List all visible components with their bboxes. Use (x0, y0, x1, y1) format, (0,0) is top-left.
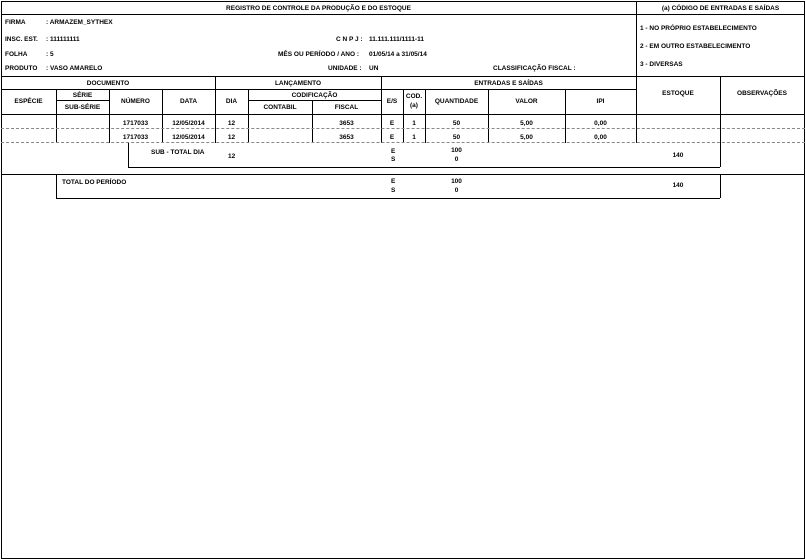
cod-header-line2: (a) (410, 102, 418, 109)
folha-label: FOLHA (5, 51, 28, 58)
cell-numero: 1717033 (122, 134, 149, 141)
folha-value: : 5 (46, 51, 54, 58)
header-title-divider (1, 14, 805, 15)
ipi-header: IPI (596, 98, 605, 105)
subtotal-left-line (128, 143, 129, 167)
codificacao-divider (248, 100, 381, 101)
entradas-saidas-header: ENTRADAS E SAÍDAS (474, 80, 543, 87)
insc-value: : 111111111 (46, 36, 80, 43)
cell-quantidade: 50 (452, 120, 461, 127)
subtotal-qtd-e: 100 (451, 147, 462, 154)
cell-ipi: 0,00 (594, 134, 607, 141)
code-item-1: 1 - NO PRÓPRIO ESTABELECIMENTO (640, 25, 757, 32)
total-label: TOTAL DO PERÍODO (62, 179, 127, 186)
cell-es: E (389, 120, 395, 127)
total-e: E (391, 178, 396, 185)
total-bottom-line (56, 198, 720, 199)
lancamento-header: LANÇAMENTO (274, 80, 322, 87)
cell-quantidade: 50 (452, 134, 461, 141)
codificacao-header: CODIFICAÇÃO (291, 92, 338, 99)
periodo-label: MÊS OU PERÍODO / ANO : (278, 51, 360, 58)
cell-data: 12/05/2014 (172, 134, 205, 141)
classificacao-label: CLASSIFICAÇÃO FISCAL : (493, 65, 576, 72)
cell-fiscal: 3653 (339, 134, 354, 141)
dia-header: DIA (225, 98, 238, 105)
col-line-ipi (636, 76, 637, 143)
numero-header: NÚMERO (121, 98, 150, 105)
firma-value: : ARMAZEM_SYTHEX (46, 19, 113, 26)
cell-valor: 5,00 (520, 120, 533, 127)
cnpj-label: C N P J : (336, 36, 363, 43)
documento-header: DOCUMENTO (86, 80, 130, 87)
total-left-line (56, 174, 57, 198)
total-right-line (720, 174, 721, 198)
data-header: DATA (179, 98, 198, 105)
cell-valor: 5,00 (520, 134, 533, 141)
estoque-header: ESTOQUE (662, 90, 694, 97)
cell-fiscal: 3653 (339, 120, 354, 127)
periodo-value: 01/05/14 a 31/05/14 (369, 51, 427, 58)
insc-label: INSC. EST. (5, 36, 38, 43)
cell-dia: 12 (227, 120, 236, 127)
contabil-header: CONTABIL (263, 104, 297, 111)
subserie-header: SUB-SÉRIE (64, 104, 101, 111)
unidade-label: UNIDADE : (328, 65, 362, 72)
col-line-estoque (720, 76, 721, 143)
unidade-value: UN (369, 65, 379, 72)
cnpj-value: 11.111.111/1111-11 (369, 36, 424, 43)
cell-es: E (389, 134, 395, 141)
subtotal-bottom-line (128, 167, 720, 168)
subtotal-qtd-s: 0 (454, 156, 459, 163)
total-s: S (391, 187, 396, 194)
produto-value: : VASO AMARELO (46, 65, 103, 72)
serie-divider (56, 100, 109, 101)
fiscal-header: FISCAL (334, 104, 359, 111)
code-item-2: 2 - EM OUTRO ESTABELECIMENTO (640, 43, 751, 50)
cod-header-line1: COD. (405, 93, 423, 100)
header-bottom-divider (1, 76, 805, 77)
subtotal-right-line (720, 143, 721, 167)
cell-cod: 1 (412, 120, 416, 127)
cell-dia: 12 (227, 134, 236, 141)
valor-header: VALOR (515, 98, 538, 105)
total-top-line (1, 174, 805, 175)
report-title: REGISTRO DE CONTROLE DA PRODUÇÃO E DO ES… (226, 5, 411, 12)
total-estoque: 140 (672, 182, 684, 189)
especie-header: ESPÉCIE (14, 98, 43, 105)
subtotal-s: S (391, 156, 396, 163)
row-divider (1, 128, 805, 129)
row-divider (1, 142, 805, 143)
produto-label: PRODUTO (5, 65, 38, 72)
subtotal-dia: 12 (228, 153, 236, 160)
code-item-3: 3 - DIVERSAS (640, 61, 683, 68)
quantidade-header: QUANTIDADE (434, 98, 479, 105)
col-group-divider (1, 89, 636, 90)
cell-numero: 1717033 (122, 120, 149, 127)
serie-header: SÉRIE (72, 92, 93, 99)
cell-ipi: 0,00 (594, 120, 607, 127)
cell-data: 12/05/2014 (172, 120, 205, 127)
observacoes-header: OBSERVAÇÕES (737, 90, 787, 97)
cell-cod: 1 (412, 134, 416, 141)
total-qtd-s: 0 (454, 187, 459, 194)
total-qtd-e: 100 (451, 178, 462, 185)
firma-label: FIRMA (5, 19, 26, 26)
subtotal-label: SUB - TOTAL DIA (151, 149, 205, 156)
es-header: E/S (386, 98, 398, 105)
code-box-title: (a) CÓDIGO DE ENTRADAS E SAÍDAS (661, 5, 780, 12)
subtotal-estoque: 140 (672, 152, 684, 159)
